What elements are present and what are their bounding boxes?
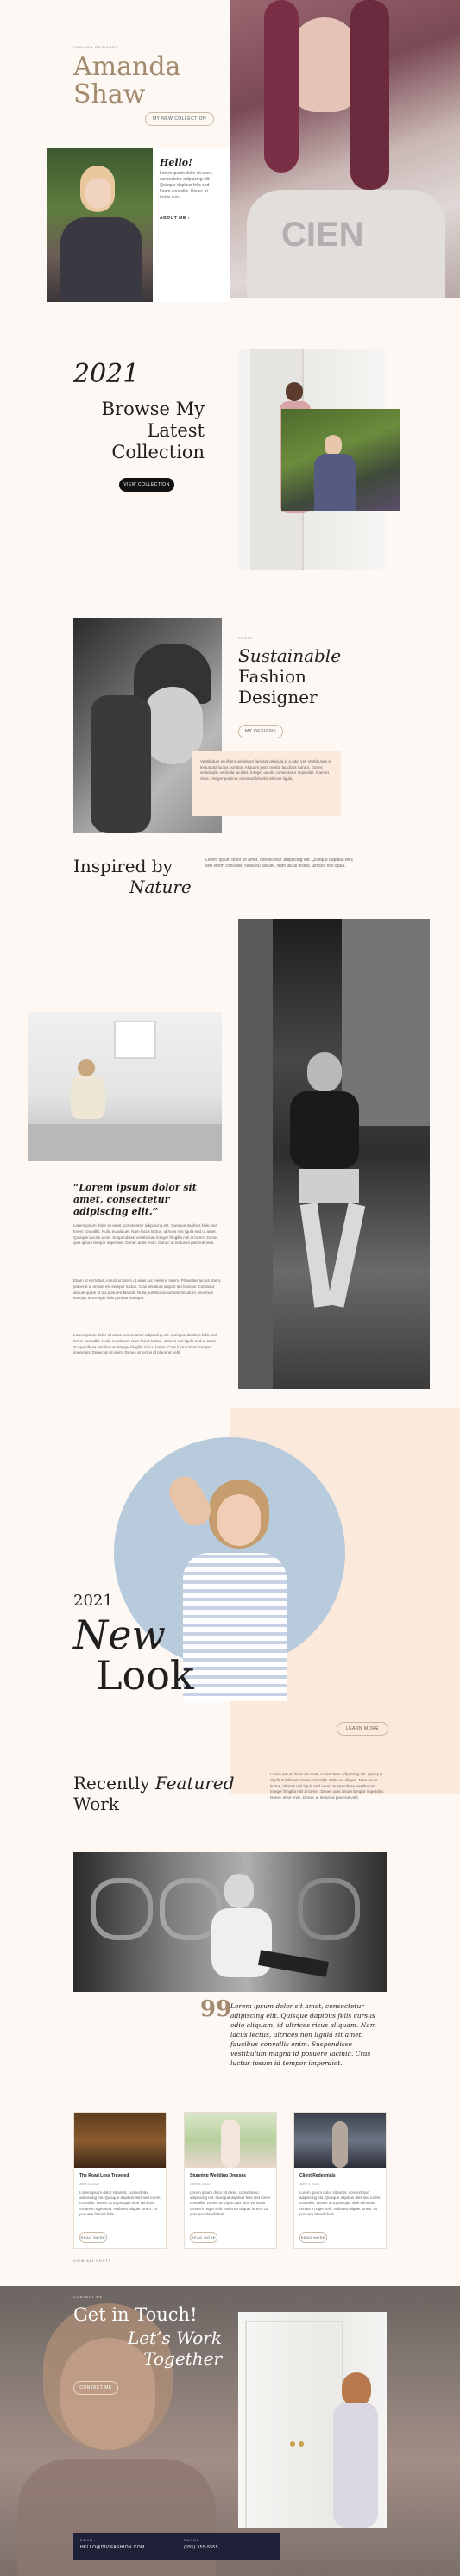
designer-text: Vestibulum eu libero vel ipsum facilisis… (200, 759, 332, 781)
designer-line1: Sustainable (238, 645, 342, 666)
learn-more-button[interactable]: Learn more (337, 1722, 388, 1736)
phone-label: Phone (184, 2538, 200, 2542)
hero-photo-blonde (47, 148, 153, 302)
quote-mark-icon: 99 (200, 1996, 232, 2022)
story-paragraph-3: Lorem ipsum dolor sit amet, consectetur … (73, 1333, 217, 1355)
post-card-1-excerpt: Lorem ipsum dolor sit amet, consectetur … (79, 2190, 161, 2216)
email-label: Email (80, 2538, 95, 2542)
my-designs-button[interactable]: My designs (238, 725, 283, 738)
view-all-posts-link[interactable]: View all posts (73, 2259, 111, 2263)
post-card-3-title: Client Redesnials (299, 2173, 336, 2178)
story-paragraph-2: Etiam id elit tellus, in luctus lorem ut… (73, 1279, 222, 1301)
designer-kicker: About (238, 636, 254, 640)
story-paragraph-1: Lorem ipsum dolor sit amet, consectetur … (73, 1223, 218, 1246)
featured-photo-laundromat (73, 1852, 387, 1992)
designer-line2: Fashion (238, 666, 306, 687)
newlook-year: 2021 (73, 1592, 113, 1610)
contact-line3: Together (143, 2348, 222, 2369)
collection-line2: Latest (147, 420, 205, 441)
post-card-2-read-more[interactable]: Read more (190, 2232, 217, 2243)
hero-photo-redhair: CIEN (230, 0, 460, 298)
contact-line1: Get in Touch! (73, 2304, 198, 2325)
post-card-2[interactable]: Stunning Wedding Dresses June 4, 2021 Lo… (184, 2112, 277, 2249)
post-card-3-image (294, 2113, 386, 2168)
arrow-right-icon: › (187, 216, 190, 221)
featured-heading-word: Recently (73, 1773, 150, 1794)
designer-line3: Designer (238, 687, 318, 707)
post-card-1[interactable]: The Road Less Traveled June 4, 2021 Lore… (73, 2112, 167, 2249)
post-card-1-date: June 4, 2021 (79, 2182, 100, 2186)
collection-line3: Collection (111, 442, 205, 462)
post-card-2-date: June 4, 2021 (190, 2182, 211, 2186)
hello-heading: Hello! (160, 157, 192, 168)
post-card-3[interactable]: Client Redesnials June 4, 2021 Lorem ips… (293, 2112, 387, 2249)
inspired-line1: Inspired by (73, 856, 173, 876)
hero-kicker: Fashion Designer (73, 45, 119, 49)
post-card-1-title: The Road Less Traveled (79, 2173, 129, 2178)
featured-heading-em: Featured (154, 1773, 235, 1794)
post-card-3-excerpt: Lorem ipsum dolor sit amet, consectetur … (299, 2190, 381, 2216)
email-link[interactable]: hello@divifashion.com (80, 2545, 145, 2550)
story-photo-porch (28, 1012, 222, 1161)
contact-line2: Let’s Work (127, 2328, 222, 2348)
post-card-3-date: June 4, 2021 (299, 2182, 320, 2186)
collection-line1: Browse My (101, 399, 205, 419)
hero-name-line1: Amanda (73, 52, 181, 82)
newlook-line2: Look (96, 1652, 194, 1699)
post-card-1-read-more[interactable]: Read more (79, 2232, 107, 2243)
contact-photo-door (238, 2312, 387, 2528)
new-collection-button[interactable]: My new collection (145, 112, 214, 126)
inspired-text: Lorem ipsum dolor sit amet, consectetur … (205, 858, 353, 869)
contact-me-button[interactable]: Contact me (73, 2381, 118, 2395)
post-card-2-image (185, 2113, 276, 2168)
contact-kicker: Contact me (73, 2295, 104, 2299)
about-me-label: About me (160, 216, 186, 221)
view-collection-button[interactable]: View collection (119, 478, 174, 492)
story-photo-bw-tall (238, 919, 430, 1389)
post-card-1-image (74, 2113, 166, 2168)
collection-photo-overlay (281, 409, 400, 511)
hero-bio-text: Lorem ipsum dolor sit amet, consectetur … (160, 171, 213, 200)
featured-quote: Lorem ipsum dolor sit amet, consectetur … (230, 2002, 376, 2067)
featured-heading-line1: Recently Featured (73, 1773, 235, 1794)
featured-text: Lorem ipsum dolor sit amet, consectetur … (270, 1772, 384, 1800)
newlook-line1: New (73, 1612, 166, 1658)
collection-year: 2021 (73, 359, 140, 389)
story-quote: “Lorem ipsum dolor sit amet, consectetur… (73, 1182, 197, 1217)
featured-heading-line2: Work (73, 1794, 119, 1814)
post-card-2-excerpt: Lorem ipsum dolor sit amet, consectetur … (190, 2190, 271, 2216)
hero-name-line2: Shaw (73, 79, 146, 110)
inspired-line2: Nature (129, 876, 192, 897)
about-me-link[interactable]: About me › (160, 216, 190, 221)
phone-link[interactable]: (555) 555-5555 (184, 2545, 218, 2550)
post-card-2-title: Stunning Wedding Dresses (190, 2173, 246, 2178)
post-card-3-read-more[interactable]: Read more (299, 2232, 327, 2243)
